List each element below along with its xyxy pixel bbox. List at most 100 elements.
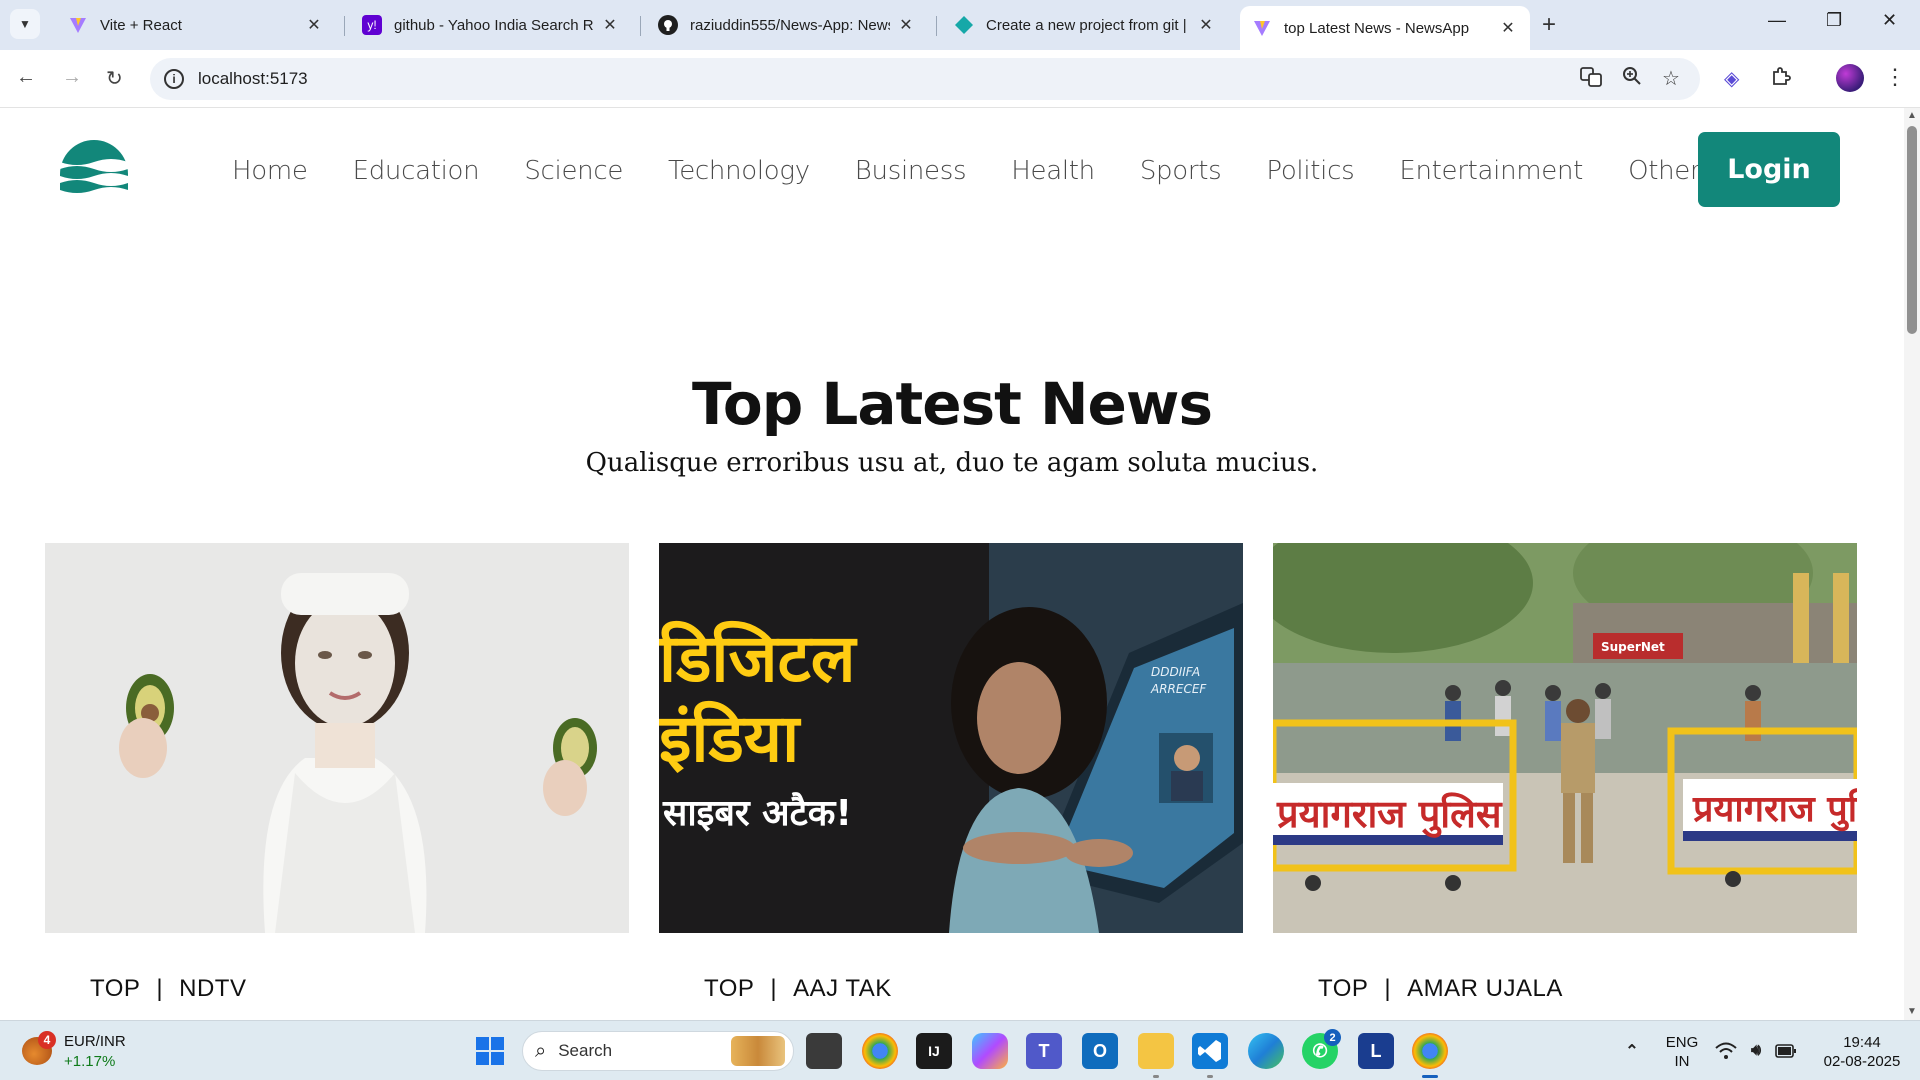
- article-source[interactable]: AMAR UJALA: [1407, 975, 1563, 1002]
- language-line2: IN: [1674, 1053, 1690, 1070]
- zoom-icon[interactable]: [1622, 66, 1642, 92]
- close-window-icon[interactable]: ✕: [1882, 10, 1897, 31]
- language-indicator[interactable]: ENG IN: [1662, 1033, 1702, 1071]
- windows-start-icon[interactable]: [472, 1033, 508, 1069]
- whatsapp-badge: 2: [1324, 1029, 1341, 1046]
- brand-logo-icon[interactable]: [60, 140, 128, 200]
- tab-separator: [936, 16, 937, 36]
- task-view-icon[interactable]: [806, 1033, 842, 1069]
- article-meta: TOP | AMAR UJALA: [1318, 975, 1563, 1003]
- site-navbar: Home Education Science Technology Busine…: [0, 108, 1904, 256]
- tab-search-dropdown-icon[interactable]: ▼: [10, 9, 40, 39]
- bookmark-star-icon[interactable]: ☆: [1662, 66, 1680, 91]
- login-button[interactable]: Login: [1698, 132, 1840, 207]
- site-info-icon[interactable]: i: [164, 69, 184, 89]
- vscode-icon[interactable]: [1192, 1033, 1228, 1069]
- nav-link-entertainment[interactable]: Entertainment: [1399, 156, 1583, 186]
- nav-link-business[interactable]: Business: [855, 156, 967, 186]
- clock-time: 19:44: [1843, 1034, 1881, 1051]
- tab-title: top Latest News - NewsApp: [1284, 19, 1470, 37]
- tab-yahoo-search[interactable]: y! github - Yahoo India Search Res ✕: [350, 8, 632, 42]
- copilot-icon[interactable]: [972, 1033, 1008, 1069]
- tab-title: Create a new project from git | [: [986, 16, 1186, 34]
- intellij-icon[interactable]: IJ: [916, 1033, 952, 1069]
- taskbar-search-box[interactable]: ⌕ Search: [522, 1031, 794, 1071]
- vite-icon: [68, 15, 88, 35]
- overlay-text: इंडिया: [659, 700, 802, 777]
- profile-avatar[interactable]: [1836, 64, 1864, 92]
- close-tab-icon[interactable]: ✕: [896, 15, 916, 35]
- browser-menu-icon[interactable]: ⋮: [1884, 64, 1906, 90]
- forward-arrow-icon[interactable]: →: [62, 66, 82, 89]
- tab-github-repo[interactable]: raziuddin555/News-App: News ✕: [646, 8, 928, 42]
- outlook-icon[interactable]: O: [1082, 1033, 1118, 1069]
- yahoo-icon: y!: [362, 15, 382, 35]
- chrome-profile-icon[interactable]: [1412, 1033, 1448, 1069]
- address-bar[interactable]: i localhost:5173: [150, 58, 1700, 100]
- new-tab-plus-icon[interactable]: +: [1542, 11, 1556, 39]
- article-meta: TOP | AAJ TAK: [704, 975, 892, 1003]
- search-icon: ⌕: [535, 1039, 547, 1062]
- battery-icon[interactable]: [1768, 1033, 1804, 1069]
- nav-link-science[interactable]: Science: [524, 156, 623, 186]
- nav-link-home[interactable]: Home: [232, 156, 308, 186]
- news-card[interactable]: TOP | NDTV: [45, 543, 629, 1002]
- nav-link-sports[interactable]: Sports: [1140, 156, 1222, 186]
- edge-icon[interactable]: [1248, 1033, 1284, 1069]
- nav-link-other[interactable]: Other: [1628, 156, 1701, 186]
- close-tab-icon[interactable]: ✕: [304, 15, 324, 35]
- news-card[interactable]: डिजिटल इंडिया साइबर अटैक! DDDIIFA ARRECE…: [659, 543, 1243, 1002]
- close-tab-icon[interactable]: ✕: [600, 15, 620, 35]
- tab-title: raziuddin555/News-App: News: [690, 16, 890, 34]
- close-tab-icon[interactable]: ✕: [1196, 15, 1216, 35]
- nav-link-technology[interactable]: Technology: [668, 156, 810, 186]
- translate-icon[interactable]: [1580, 66, 1602, 94]
- close-tab-icon[interactable]: ✕: [1498, 18, 1518, 38]
- scroll-thumb[interactable]: [1907, 126, 1917, 334]
- news-image-digital-india-cyber-attack[interactable]: डिजिटल इंडिया साइबर अटैक! DDDIIFA ARRECE…: [659, 543, 1243, 933]
- running-indicator: [1153, 1075, 1159, 1078]
- article-source[interactable]: AAJ TAK: [793, 975, 892, 1002]
- tab-netlify-new-project[interactable]: Create a new project from git | [ ✕: [942, 8, 1228, 42]
- news-image-prayagraj-police-barricade[interactable]: SuperNet प्रयागराज पुलिस प्रयागराज पु: [1273, 543, 1857, 933]
- l-app-icon[interactable]: L: [1358, 1033, 1394, 1069]
- sign-text: SuperNet: [1601, 640, 1665, 654]
- widget-value: +1.17%: [64, 1053, 116, 1070]
- meta-separator: |: [156, 975, 164, 1002]
- news-card[interactable]: SuperNet प्रयागराज पुलिस प्रयागराज पु TO…: [1273, 543, 1857, 1002]
- scroll-down-arrow-icon[interactable]: ▼: [1907, 1006, 1917, 1017]
- reload-icon[interactable]: ↻: [106, 66, 123, 91]
- restore-window-icon[interactable]: ❐: [1826, 10, 1842, 31]
- news-image-woman-face-mask[interactable]: [45, 543, 629, 933]
- chrome-icon[interactable]: [862, 1033, 898, 1069]
- nav-link-health[interactable]: Health: [1011, 156, 1095, 186]
- article-category[interactable]: TOP: [1318, 975, 1368, 1002]
- extensions-puzzle-icon[interactable]: [1770, 66, 1792, 94]
- file-explorer-icon[interactable]: [1138, 1033, 1174, 1069]
- extension-diamond-icon[interactable]: ◈: [1724, 66, 1739, 91]
- nav-link-politics[interactable]: Politics: [1266, 156, 1354, 186]
- language-line1: ENG: [1665, 1034, 1699, 1051]
- running-indicator: [1207, 1075, 1213, 1078]
- tab-newsapp-active[interactable]: top Latest News - NewsApp ✕: [1240, 6, 1530, 50]
- tab-title: github - Yahoo India Search Res: [394, 16, 594, 34]
- meta-separator: |: [770, 975, 778, 1002]
- back-arrow-icon[interactable]: ←: [16, 66, 36, 89]
- minimize-window-icon[interactable]: —: [1768, 10, 1786, 31]
- widget-label: EUR/INR: [64, 1033, 126, 1050]
- article-source[interactable]: NDTV: [179, 975, 246, 1002]
- tray-overflow-chevron-icon[interactable]: ⌃: [1614, 1033, 1650, 1069]
- clock[interactable]: 19:44 02-08-2025: [1812, 1033, 1912, 1071]
- tab-vite-react[interactable]: Vite + React ✕: [56, 8, 336, 42]
- teams-icon[interactable]: T: [1026, 1033, 1062, 1069]
- screen-text: DDDIIFA: [1151, 665, 1200, 679]
- meta-separator: |: [1384, 975, 1392, 1002]
- scroll-up-arrow-icon[interactable]: ▲: [1907, 110, 1917, 121]
- clock-date: 02-08-2025: [1823, 1053, 1901, 1070]
- article-category[interactable]: TOP: [90, 975, 140, 1002]
- nav-link-education[interactable]: Education: [353, 156, 480, 186]
- overlay-text: प्रयागराज पुलि: [1692, 788, 1857, 832]
- article-category[interactable]: TOP: [704, 975, 754, 1002]
- page-scrollbar[interactable]: ▲ ▼: [1904, 108, 1920, 1020]
- url-text[interactable]: localhost:5173: [198, 69, 308, 89]
